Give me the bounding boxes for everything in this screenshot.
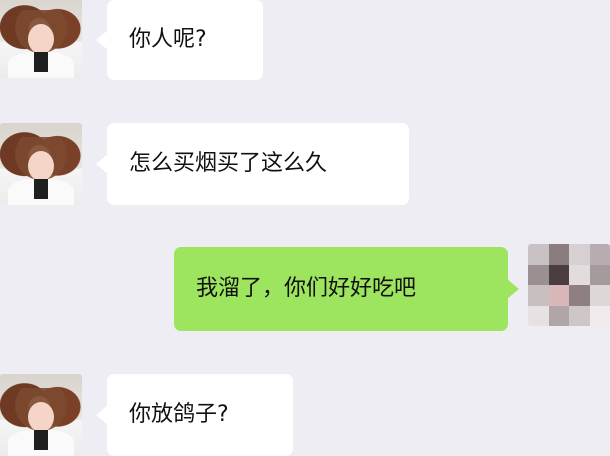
message-text: 怎么买烟买了这么久 [129, 151, 328, 176]
bubble-tail [507, 279, 519, 299]
avatar-face [28, 151, 54, 181]
message-text: 你放鸽子? [129, 402, 229, 427]
contact-avatar[interactable] [0, 374, 82, 456]
message-bubble-incoming[interactable]: 你放鸽子? [96, 374, 293, 456]
avatar-collar [34, 179, 48, 199]
message-bubble-incoming[interactable]: 你人呢? [96, 0, 263, 80]
avatar-face [28, 402, 54, 432]
own-avatar[interactable] [528, 244, 610, 326]
message-bubble-outgoing[interactable]: 我溜了，你们好好吃吧 [174, 247, 519, 331]
message-bubble-incoming[interactable]: 怎么买烟买了这么久 [96, 123, 409, 205]
contact-avatar[interactable] [0, 0, 82, 78]
bubble-tail [96, 154, 108, 174]
message-text: 我溜了，你们好好吃吧 [196, 276, 417, 301]
avatar-collar [34, 430, 48, 450]
chat-screen: { "messages": [ { "side": "left", "text"… [0, 0, 610, 456]
message-text: 你人呢? [129, 27, 207, 52]
contact-avatar[interactable] [0, 123, 82, 205]
avatar-collar [34, 52, 48, 72]
bubble-tail [96, 405, 108, 425]
avatar-face [28, 24, 54, 54]
bubble-tail [96, 30, 108, 50]
